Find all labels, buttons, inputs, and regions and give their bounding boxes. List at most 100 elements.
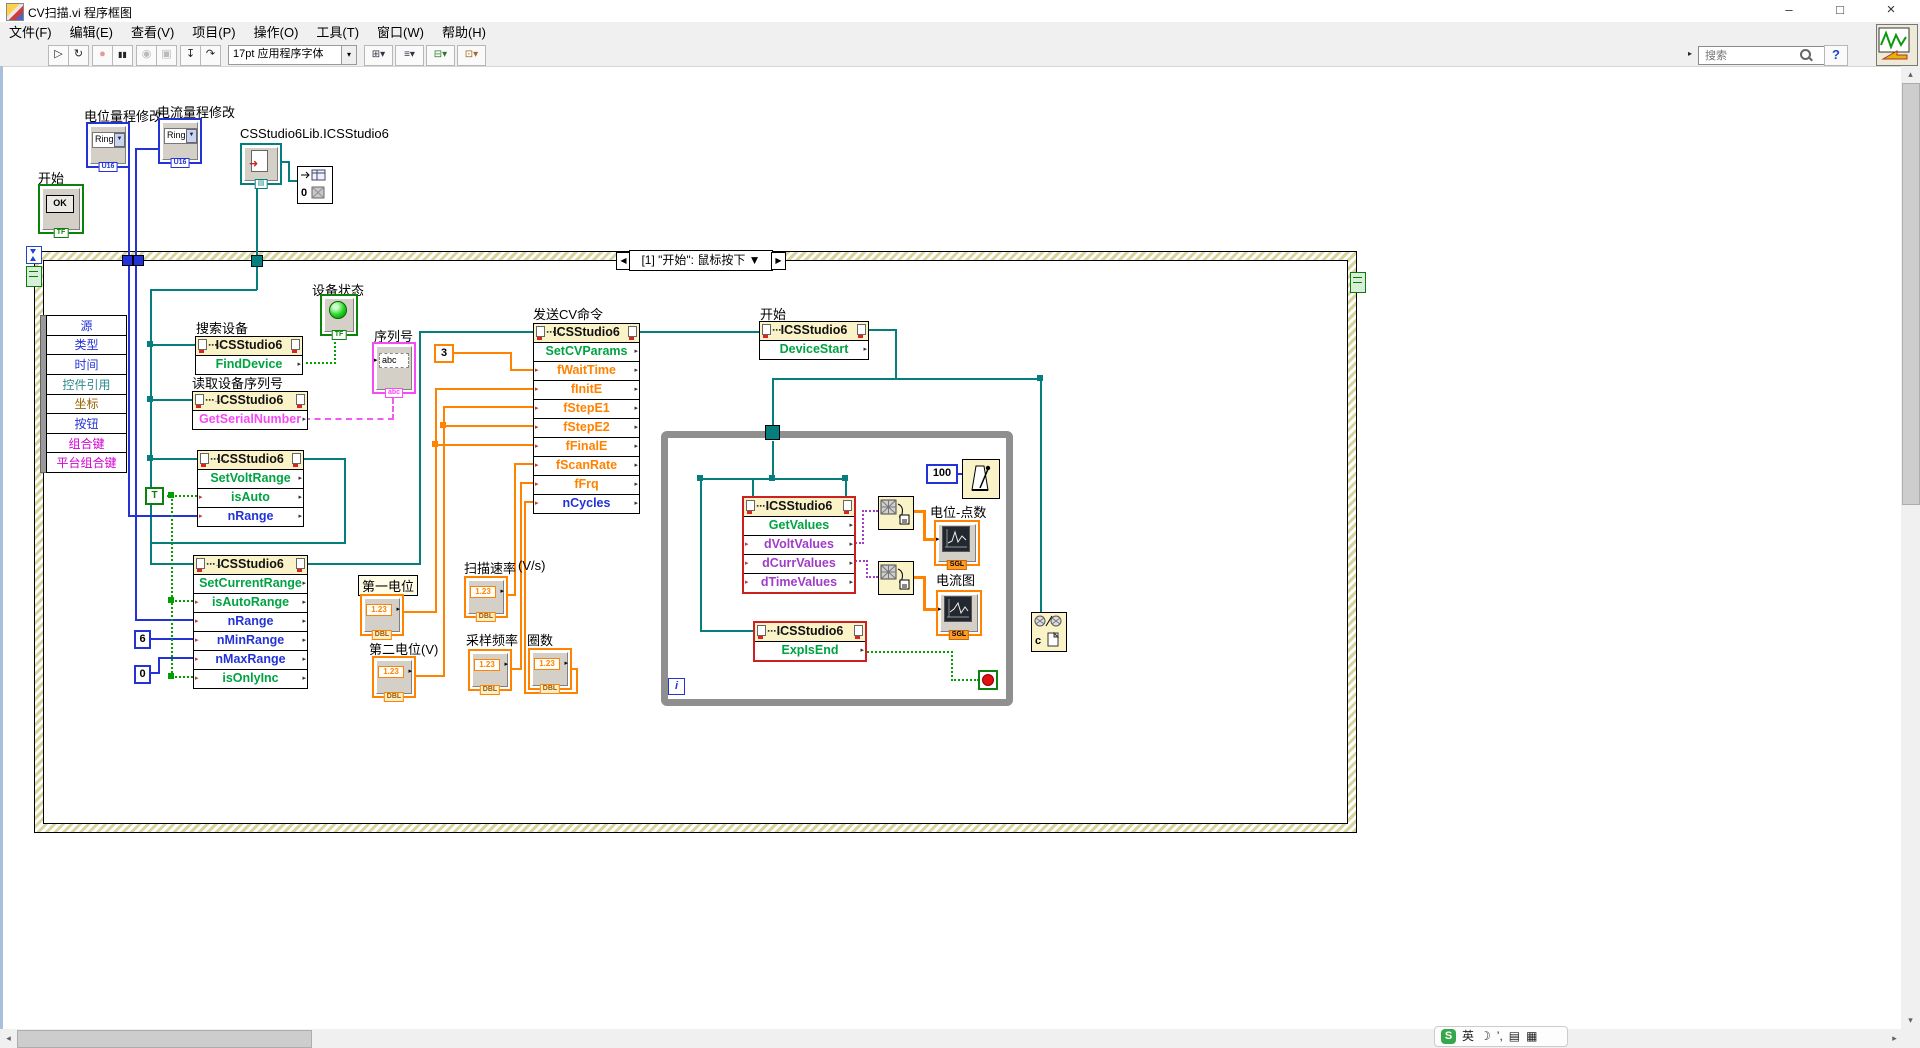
param-row[interactable]: nMinRange [194,632,307,651]
param-row[interactable]: nRange [194,613,307,632]
ime-language-indicator[interactable]: 英 [1462,1029,1474,1044]
method-row[interactable]: SetCurrentRange [194,575,307,594]
param-row[interactable]: isAuto [198,489,303,508]
font-dropdown-icon[interactable]: ▾ [341,45,357,65]
ime-logo-icon[interactable]: S [1441,1029,1456,1044]
param-row[interactable]: dTimeValues [744,574,854,592]
method-row[interactable]: SetVoltRange [198,470,303,489]
invoke-node-set-current-range[interactable]: ⋯→ICSStudio6 SetCurrentRange isAutoRange… [193,555,308,689]
method-row[interactable]: FindDevice [196,356,302,374]
distribute-objects-button[interactable]: ≡▾ [395,45,424,66]
event-timeout-terminal[interactable] [26,246,42,264]
dbl-value[interactable]: 1.23 [378,666,404,678]
scroll-left-icon[interactable]: ◂ [0,1029,17,1048]
pause-button[interactable]: ▮▮ [112,45,133,66]
method-row[interactable]: SetCVParams [534,343,639,362]
param-row[interactable]: fFinalE [534,438,639,457]
horizontal-scroll-thumb[interactable] [17,1030,312,1048]
invoke-node-device-start[interactable]: ⋯→ICSStudio6 DeviceStart [759,321,869,360]
event-data-item[interactable]: 控件引用 [47,375,126,395]
method-row[interactable]: GetValues [744,517,854,536]
help-button[interactable]: ? [1824,45,1848,66]
tunnel[interactable] [133,255,144,266]
event-data-item[interactable]: 坐标 [47,395,126,415]
current-graph-terminal[interactable]: ▸ SGL [936,590,982,636]
dbl-value[interactable]: 1.23 [474,659,500,671]
ime-toolbar[interactable]: S 英 ☽ ’, ▤ ▦ [1434,1026,1568,1047]
abort-button[interactable]: ● [92,45,113,66]
scan-rate-constant[interactable]: 1.23 ▸ DBL [464,576,508,618]
step-over-button[interactable]: ↷ [200,45,221,66]
menu-tools[interactable]: 工具(T) [307,22,368,43]
numeric-constant[interactable]: 6 [134,630,151,649]
true-constant[interactable]: T [145,487,164,505]
vi-icon[interactable] [1876,24,1918,66]
param-row[interactable]: isOnlyInc [194,670,307,688]
method-row[interactable]: GetSerialNumber [193,411,307,429]
method-row[interactable]: DeviceStart [760,341,868,359]
event-data-item[interactable]: 时间 [47,355,126,375]
ime-punctuation-icon[interactable]: ’, [1497,1029,1503,1044]
ok-button-face[interactable]: OK [46,195,74,213]
ring-dropdown-icon[interactable]: ▼ [186,129,197,143]
param-row[interactable]: nMaxRange [194,651,307,670]
menu-file[interactable]: 文件(F) [0,22,61,43]
curr-range-ring-control[interactable]: Ring ▼ U16 [158,118,202,164]
param-row[interactable]: fInitE [534,381,639,400]
dbl-value[interactable]: 1.23 [470,586,496,598]
dynamic-event-terminal-left[interactable] [26,266,42,287]
ime-moon-icon[interactable]: ☽ [1480,1029,1491,1044]
close-button[interactable]: × [1868,0,1914,22]
run-continuous-button[interactable]: ↻ [68,45,89,66]
tunnel[interactable] [122,255,133,266]
start-ok-button-control[interactable]: OK TF [38,184,84,234]
param-row[interactable]: fWaitTime [534,362,639,381]
sample-freq-constant[interactable]: 1.23 ▸ DBL [468,649,512,691]
vertical-scrollbar[interactable]: ▴ ▾ [1901,66,1920,1029]
wait-ms-constant[interactable]: 100 [926,464,958,484]
loop-tunnel[interactable] [765,425,780,440]
menu-window[interactable]: 窗口(W) [368,22,433,43]
font-selector[interactable]: 17pt 应用程序字体 [228,45,346,65]
loop-stop-terminal[interactable] [978,670,998,690]
ring-dropdown-icon[interactable]: ▼ [114,133,125,147]
event-structure-header[interactable]: [1] "开始": 鼠标按下 ▼ [629,250,773,271]
close-reference-node[interactable]: c [1031,612,1067,652]
invoke-node-set-volt-range[interactable]: ⋯→ICSStudio6 SetVoltRange isAuto nRange [197,450,304,527]
dynamic-event-terminal-right[interactable] [1350,272,1366,293]
horizontal-scrollbar[interactable]: ◂ ▸ [0,1029,1903,1048]
event-data-item[interactable]: 组合键 [47,434,126,454]
volt-range-ring-control[interactable]: Ring ▼ U16 [86,122,130,168]
dotnet-class-constant[interactable]: ➜ ▤ [240,143,282,185]
menu-edit[interactable]: 编辑(E) [61,22,122,43]
event-data-item[interactable]: 类型 [47,336,126,356]
param-row[interactable]: fScanRate [534,457,639,476]
method-row[interactable]: ExpIsEnd [755,642,865,660]
invoke-node-find-device[interactable]: ⋯→ICSStudio6 FindDevice [195,336,303,375]
minimize-button[interactable]: – [1766,0,1812,22]
invoke-node-set-cv-params[interactable]: ⋯→ICSStudio6 SetCVParams fWaitTime fInit… [533,323,640,514]
align-objects-button[interactable]: ⊞▾ [364,45,393,66]
step-into-button[interactable]: ↧ [180,45,201,66]
invoke-node-get-serial-number[interactable]: ⋯→ICSStudio6 GetSerialNumber [192,391,308,430]
scroll-down-icon[interactable]: ▾ [1901,1012,1920,1029]
search-input[interactable] [1698,46,1840,65]
param-row[interactable]: isAutoRange [194,594,307,613]
event-data-item[interactable]: 源 [47,316,126,336]
menu-operate[interactable]: 操作(O) [245,22,308,43]
ime-toolbox-icon[interactable]: ▦ [1526,1029,1537,1044]
ime-keyboard-icon[interactable]: ▤ [1509,1029,1520,1044]
param-row[interactable]: fStepE1 [534,400,639,419]
wait-until-next-ms-node[interactable] [962,459,1000,499]
constructor-node[interactable]: 0 [297,166,333,204]
array-convert-node[interactable] [878,561,914,595]
param-row[interactable]: fStepE2 [534,419,639,438]
scroll-right-icon[interactable]: ▸ [1886,1029,1903,1048]
param-row[interactable]: dCurrValues [744,555,854,574]
event-next-arrow[interactable]: ▶ [771,252,786,270]
reorder-button[interactable]: ⊡▾ [457,45,486,66]
menu-view[interactable]: 查看(V) [122,22,183,43]
menu-project[interactable]: 项目(P) [183,22,244,43]
event-data-item[interactable]: 平台组合键 [47,453,126,472]
tunnel[interactable] [251,255,263,267]
